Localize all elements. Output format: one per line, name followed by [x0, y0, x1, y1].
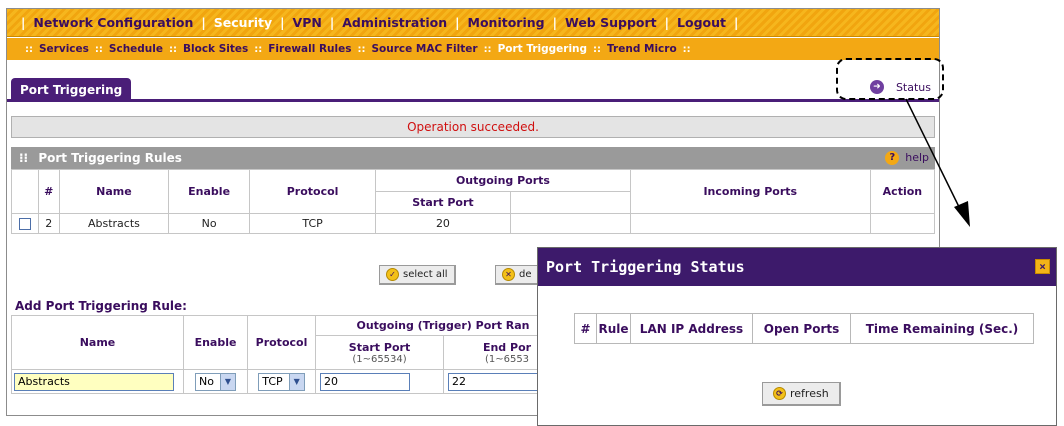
row-enable: No	[168, 213, 250, 234]
add-col-start-port: Start Port (1~65534)	[315, 335, 444, 370]
subnav-services[interactable]: Services	[39, 43, 89, 55]
chevron-down-icon: ▼	[219, 373, 235, 390]
status-col-open-ports: Open Ports	[752, 313, 851, 344]
add-col-enable: Enable	[183, 315, 248, 370]
rules-table: # Name Enable Protocol Outgoing Ports In…	[11, 169, 936, 234]
tab-bar: Port Triggering ➜ Status	[7, 62, 939, 102]
subnav-block-sites[interactable]: Block Sites	[183, 43, 248, 55]
add-start-port-cell	[315, 369, 444, 394]
status-col-rule: Rule	[596, 313, 631, 344]
add-enable-select[interactable]: No ▼	[195, 372, 236, 391]
popup-title: Port Triggering Status	[546, 258, 745, 276]
add-rule-table: Name Enable Protocol Outgoing (Trigger) …	[11, 315, 571, 394]
status-col-lan-ip: LAN IP Address	[630, 313, 753, 344]
row-select-cell	[11, 213, 39, 234]
select-all-label: select all	[403, 269, 448, 280]
operation-message: Operation succeeded.	[11, 116, 935, 138]
chevron-down-icon: ▼	[288, 373, 304, 390]
delete-icon: ✕	[502, 268, 515, 281]
subnav-port-triggering[interactable]: Port Triggering	[498, 43, 587, 55]
add-col-outgoing: Outgoing (Trigger) Port Ran	[315, 315, 571, 336]
add-end-port-input[interactable]	[448, 372, 538, 391]
add-protocol-value: TCP	[262, 375, 283, 388]
add-enable-cell: No ▼	[183, 369, 248, 394]
col-num: #	[37, 169, 60, 214]
close-icon[interactable]: ×	[1035, 259, 1050, 274]
add-rule-title: Add Port Triggering Rule:	[15, 299, 187, 313]
rules-section-header: ⁝⁝ Port Triggering Rules ? help	[11, 147, 935, 169]
col-outgoing-ports: Outgoing Ports	[375, 169, 631, 192]
status-col-time-remaining: Time Remaining (Sec.)	[850, 313, 1034, 344]
row-start-port: 20	[375, 213, 511, 234]
sub-navigation: :: Services :: Schedule :: Block Sites :…	[7, 38, 939, 60]
nav-web-support[interactable]: Web Support	[565, 15, 657, 30]
refresh-button[interactable]: ⟳ refresh	[762, 382, 841, 406]
pointer-arrow-icon	[905, 98, 970, 227]
subnav-schedule[interactable]: Schedule	[109, 43, 163, 55]
refresh-label: refresh	[790, 387, 829, 400]
col-start-port: Start Port	[375, 191, 511, 214]
col-protocol: Protocol	[248, 169, 377, 214]
row-protocol: TCP	[248, 213, 377, 234]
subnav-source-mac-filter[interactable]: Source MAC Filter	[372, 43, 478, 55]
add-protocol-select[interactable]: TCP ▼	[258, 372, 305, 391]
help-icon: ?	[885, 151, 900, 165]
subnav-trend-micro[interactable]: Trend Micro	[607, 43, 677, 55]
add-enable-value: No	[199, 375, 214, 388]
add-name-cell	[11, 369, 184, 394]
table-row: 2 Abstracts No TCP 20	[11, 213, 936, 234]
col-enable: Enable	[168, 169, 250, 214]
check-icon: ✓	[386, 268, 399, 281]
add-name-input[interactable]	[14, 372, 174, 391]
row-end-port	[509, 213, 631, 234]
nav-monitoring[interactable]: Monitoring	[468, 15, 545, 30]
subnav-firewall-rules[interactable]: Firewall Rules	[268, 43, 351, 55]
add-protocol-cell: TCP ▼	[247, 369, 316, 394]
refresh-icon: ⟳	[773, 387, 786, 400]
add-col-name: Name	[11, 315, 184, 370]
row-name: Abstracts	[58, 213, 170, 234]
status-callout-outline	[836, 58, 944, 100]
delete-button[interactable]: ✕ de	[495, 265, 540, 285]
nav-network-configuration[interactable]: Network Configuration	[33, 15, 193, 30]
status-col-num: #	[574, 313, 597, 344]
row-num: 2	[37, 213, 60, 234]
tab-port-triggering[interactable]: Port Triggering	[11, 78, 132, 102]
delete-label: de	[519, 269, 532, 280]
grip-icon: ⁝⁝	[19, 151, 29, 165]
port-triggering-status-popup: Port Triggering Status × # Rule LAN IP A…	[537, 247, 1057, 426]
col-end-port	[509, 191, 631, 214]
add-start-port-input[interactable]	[320, 372, 410, 391]
nav-administration[interactable]: Administration	[342, 15, 447, 30]
popup-title-bar: Port Triggering Status ×	[538, 248, 1056, 286]
col-name: Name	[58, 169, 170, 214]
add-start-port-label: Start Port	[348, 340, 411, 354]
add-col-protocol: Protocol	[247, 315, 316, 370]
top-navigation: | Network Configuration | Security | VPN…	[7, 9, 939, 37]
col-select	[11, 169, 39, 214]
nav-security[interactable]: Security	[214, 15, 272, 30]
row-incoming-ports	[629, 213, 871, 234]
add-start-port-range: (1~65534)	[352, 353, 407, 365]
row-checkbox[interactable]	[18, 218, 31, 230]
nav-logout[interactable]: Logout	[677, 15, 726, 30]
rules-section-title: Port Triggering Rules	[38, 151, 182, 165]
select-all-button[interactable]: ✓ select all	[379, 265, 456, 285]
status-table: # Rule LAN IP Address Open Ports Time Re…	[574, 313, 1034, 344]
nav-vpn[interactable]: VPN	[293, 15, 322, 30]
col-incoming-ports: Incoming Ports	[629, 169, 871, 214]
